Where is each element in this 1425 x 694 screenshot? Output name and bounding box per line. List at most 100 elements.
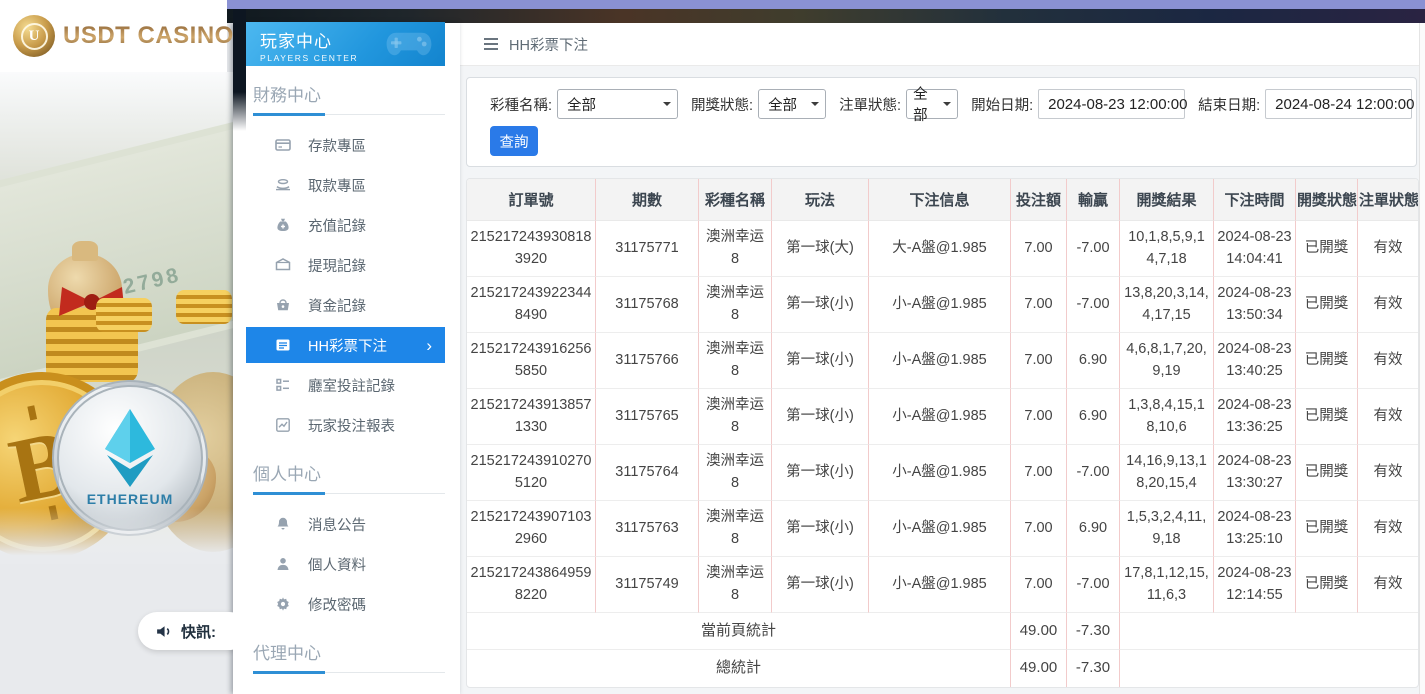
sidebar-item-資金記錄[interactable]: 資金記錄 xyxy=(246,285,445,325)
lottery-name-select[interactable]: 全部 xyxy=(557,89,678,119)
sidebar-section-title: 財務中心 xyxy=(253,81,440,106)
sidebar-item-提現記錄[interactable]: 提現記錄 xyxy=(246,245,445,285)
table-cell: 31175764 xyxy=(596,445,699,501)
section-divider xyxy=(253,670,445,673)
table-row: 215217243916256585031175766澳洲幸运8第一球(小)小-… xyxy=(467,333,1419,389)
table-cell: 7.00 xyxy=(1011,501,1067,557)
deposit-card-icon xyxy=(275,137,291,153)
table-cell: 已開獎 xyxy=(1296,557,1358,613)
table-cell: 31175765 xyxy=(596,389,699,445)
sidebar-item-廳室投註記錄[interactable]: 廳室投註記錄 xyxy=(246,365,445,405)
table-cell: 小-A盤@1.985 xyxy=(869,333,1011,389)
table-cell: 17,8,1,12,15,11,6,3 xyxy=(1120,557,1214,613)
table-cell: 4,6,8,1,7,20,9,19 xyxy=(1120,333,1214,389)
table-cell: 2024-08-23 13:25:10 xyxy=(1214,501,1296,557)
table-cell: 31175771 xyxy=(596,221,699,277)
bet-status-select[interactable]: 全部 xyxy=(906,89,958,119)
table-cell: 已開獎 xyxy=(1296,277,1358,333)
table-cell: 有效 xyxy=(1358,277,1419,333)
table-cell: 1,5,3,2,4,11,9,18 xyxy=(1120,501,1214,557)
table-row: 215217243910270512031175764澳洲幸运8第一球(小)小-… xyxy=(467,445,1419,501)
sidebar-item-玩家投注報表[interactable]: 玩家投注報表 xyxy=(246,405,445,445)
table-cell: 小-A盤@1.985 xyxy=(869,277,1011,333)
table-cell: 7.00 xyxy=(1011,445,1067,501)
table-cell: 已開獎 xyxy=(1296,333,1358,389)
sidebar-item-label: 玩家投注報表 xyxy=(308,415,395,436)
table-cell: 2152172439102705120 xyxy=(467,445,596,501)
table-row: 215217243913857133031175765澳洲幸运8第一球(小)小-… xyxy=(467,389,1419,445)
sidebar-item-label: 充值記錄 xyxy=(308,215,366,236)
table-cell: 第一球(大) xyxy=(772,221,869,277)
sidebar-item-個人資料[interactable]: 個人資料 xyxy=(246,544,445,584)
table-cell: 2024-08-23 12:14:55 xyxy=(1214,557,1296,613)
table-cell: 2152172439223448490 xyxy=(467,277,596,333)
start-date-input[interactable]: 2024-08-23 12:00:00 xyxy=(1038,89,1185,119)
news-ticker[interactable]: 快訊: xyxy=(138,612,233,650)
gold-coin-stack xyxy=(96,298,152,332)
menu-icon[interactable] xyxy=(483,37,499,51)
table-cell: 有效 xyxy=(1358,333,1419,389)
table-cell: 有效 xyxy=(1358,557,1419,613)
brand-logo: U USDT CASINO xyxy=(0,0,227,72)
sidebar-item-充值記錄[interactable]: 充值記錄 xyxy=(246,205,445,245)
sidebar-shadow-strip xyxy=(233,9,246,131)
table-cell: 澳洲幸运8 xyxy=(699,389,772,445)
table-cell: 7.00 xyxy=(1011,557,1067,613)
draw-status-select[interactable]: 全部 xyxy=(758,89,826,119)
sidebar-header: 玩家中心 PLAYERS CENTER xyxy=(246,22,445,66)
column-header: 投注額 xyxy=(1011,179,1067,221)
table-row: 215217243922344849031175768澳洲幸运8第一球(小)小-… xyxy=(467,277,1419,333)
table-cell: 2152172438649598220 xyxy=(467,557,596,613)
table-cell: 澳洲幸运8 xyxy=(699,445,772,501)
sidebar-item-代理規則說明[interactable]: 代理規則說明 xyxy=(246,683,445,694)
sidebar-item-label: 廳室投註記錄 xyxy=(308,375,395,396)
sidebar-section-title: 代理中心 xyxy=(253,639,440,664)
summary-label: 總統計 xyxy=(467,650,1011,687)
table-cell: -7.00 xyxy=(1067,221,1120,277)
table-cell: 2024-08-23 13:50:34 xyxy=(1214,277,1296,333)
column-header: 開獎結果 xyxy=(1120,179,1214,221)
ethereum-label: ETHEREUM xyxy=(87,491,174,507)
money-photo-montage: KB462798 B ETHEREUM xyxy=(0,72,233,564)
table-cell: 已開獎 xyxy=(1296,445,1358,501)
sidebar-item-label: 存款專區 xyxy=(308,135,366,156)
lottery-name-label: 彩種名稱: xyxy=(490,94,552,115)
sidebar-item-label: 修改密碼 xyxy=(308,594,366,615)
sidebar-item-存款專區[interactable]: 存款專區 xyxy=(246,125,445,165)
table-cell: 第一球(小) xyxy=(772,333,869,389)
table-cell: 2152172439308183920 xyxy=(467,221,596,277)
moneybag-icon xyxy=(275,217,291,233)
table-cell: 澳洲幸运8 xyxy=(699,557,772,613)
table-cell: 7.00 xyxy=(1011,277,1067,333)
page-title: HH彩票下注 xyxy=(509,34,588,55)
table-cell: 第一球(小) xyxy=(772,277,869,333)
table-cell: 31175766 xyxy=(596,333,699,389)
sidebar-item-取款專區[interactable]: 取款專區 xyxy=(246,165,445,205)
table-cell: 31175749 xyxy=(596,557,699,613)
wallet-icon xyxy=(275,257,291,273)
table-row: 215217243930818392031175771澳洲幸运8第一球(大)大-… xyxy=(467,221,1419,277)
table-cell: 已開獎 xyxy=(1296,501,1358,557)
scrollbar-track[interactable] xyxy=(1419,23,1425,694)
bet-status-label: 注單狀態: xyxy=(839,94,901,115)
person-icon xyxy=(275,556,291,572)
sidebar-item-消息公告[interactable]: 消息公告 xyxy=(246,504,445,544)
table-cell: 澳洲幸运8 xyxy=(699,501,772,557)
table-cell: 第一球(小) xyxy=(772,445,869,501)
top-dark-band xyxy=(227,9,1425,23)
summary-empty-cell xyxy=(1120,613,1419,650)
sidebar-item-修改密碼[interactable]: 修改密碼 xyxy=(246,584,445,624)
column-header: 下注時間 xyxy=(1214,179,1296,221)
table-cell: 6.90 xyxy=(1067,501,1120,557)
table-header-row: 訂單號期數彩種名稱玩法下注信息投注額輸贏開獎結果下注時間開獎狀態注單狀態 xyxy=(467,179,1419,221)
summary-empty-cell xyxy=(1120,650,1419,687)
bell-icon xyxy=(275,516,291,532)
table-cell: -7.00 xyxy=(1067,445,1120,501)
sidebar-item-label: HH彩票下注 xyxy=(308,335,387,356)
search-button[interactable]: 查詢 xyxy=(490,126,538,156)
draw-status-label: 開獎狀態: xyxy=(691,94,753,115)
table-cell: 6.90 xyxy=(1067,389,1120,445)
end-date-input[interactable]: 2024-08-24 12:00:00 xyxy=(1265,89,1412,119)
sidebar-item-HH彩票下注[interactable]: HH彩票下注› xyxy=(246,327,445,363)
table-cell: 2024-08-23 13:40:25 xyxy=(1214,333,1296,389)
